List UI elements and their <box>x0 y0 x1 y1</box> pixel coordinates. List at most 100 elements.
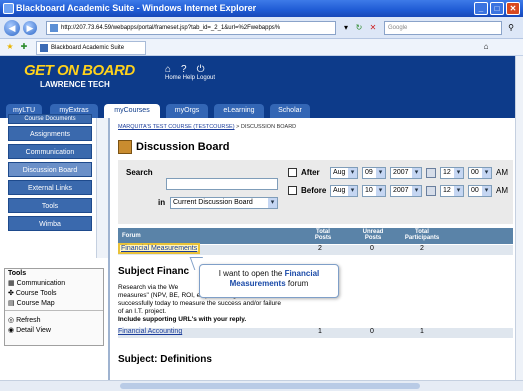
before-hour-select[interactable]: 12 <box>440 185 464 197</box>
before-label: Before <box>301 186 327 195</box>
refresh-tool-icon: ◎ <box>8 317 17 324</box>
stop-icon[interactable]: ✕ <box>367 22 379 34</box>
url-text: http://207.73.64.59/webapps/portal/frame… <box>61 25 281 31</box>
window-title: Blackboard Academic Suite - Windows Inte… <box>16 3 257 13</box>
discussion-board-icon <box>118 140 132 154</box>
header-icons: ⌂ ? ⏻ <box>165 64 215 75</box>
after-label: After <box>301 168 320 177</box>
after-checkbox[interactable] <box>288 168 297 177</box>
tab-mycourses[interactable]: myCourses <box>104 104 160 118</box>
before-minute-select[interactable]: 00 <box>468 185 492 197</box>
header-link-labels: Home Help Logout <box>165 75 216 81</box>
tools-panel: Tools ▦ Communication ✤ Course Tools ▤ C… <box>4 268 104 346</box>
blackboard-header: GET ON BOARD LAWRENCE TECH ⌂ ? ⏻ Home He… <box>0 56 515 102</box>
blackboard-icon <box>40 44 48 52</box>
col-forum: Forum <box>122 233 141 239</box>
forum-financial-accounting-link[interactable]: Financial Accounting <box>118 328 182 335</box>
before-ampm[interactable]: AM <box>496 186 508 195</box>
before-month-select[interactable]: Aug <box>330 185 358 197</box>
url-input[interactable]: http://207.73.64.59/webapps/portal/frame… <box>46 21 336 35</box>
window-title-bar: Blackboard Academic Suite - Windows Inte… <box>0 0 523 17</box>
tab-elearning[interactable]: eLearning <box>214 104 264 118</box>
after-minute-select[interactable]: 00 <box>468 167 492 179</box>
tools-course-map[interactable]: ▤ Course Map <box>5 298 103 308</box>
menu-tools[interactable]: Tools <box>8 198 92 213</box>
dropdown-icon[interactable]: ▾ <box>340 22 352 34</box>
window-controls: _ □ ✕ <box>474 2 520 15</box>
minimize-button[interactable]: _ <box>474 2 488 15</box>
after-hour-select[interactable]: 12 <box>440 167 464 179</box>
menu-wimba[interactable]: Wimba <box>8 216 92 231</box>
detail-view-icon: ◉ <box>8 327 17 334</box>
forum-financial-measurements-link[interactable]: Financial Measurements <box>118 243 201 254</box>
search-text-input[interactable] <box>166 178 278 190</box>
forum2-unread-posts: 0 <box>370 328 374 335</box>
menu-communication[interactable]: Communication <box>8 144 92 159</box>
add-favorite-icon[interactable]: ✚ <box>18 41 30 53</box>
breadcrumb-course-link[interactable]: MARQUITA'S TEST COURSE (TESTCOURSE) <box>118 124 235 130</box>
vertical-scrollbar[interactable] <box>515 56 523 380</box>
instruction-callout: I want to open the Financial Measurement… <box>199 264 339 298</box>
forward-button[interactable]: ▶ <box>23 21 37 35</box>
after-day-select[interactable]: 09 <box>362 167 386 179</box>
after-month-select[interactable]: Aug <box>330 167 358 179</box>
communication-icon: ▦ <box>8 280 17 287</box>
menu-assignments[interactable]: Assignments <box>8 126 92 141</box>
forum1-unread-posts: 0 <box>370 245 374 252</box>
tools-course-tools[interactable]: ✤ Course Tools <box>5 288 103 298</box>
maximize-button[interactable]: □ <box>490 2 504 15</box>
course-map-icon: ▤ <box>8 300 17 307</box>
search-label: Search <box>126 168 153 177</box>
after-ampm[interactable]: AM <box>496 168 508 177</box>
menu-discussion-board[interactable]: Discussion Board <box>8 162 92 177</box>
header-links: ⌂ ? ⏻ Home Help Logout <box>165 64 215 81</box>
help-link-icon[interactable]: ? <box>181 64 187 75</box>
forum-table-header: Forum Total Posts Unread Posts Total Par… <box>118 228 513 244</box>
breadcrumb: MARQUITA'S TEST COURSE (TESTCOURSE) > DI… <box>118 124 297 130</box>
after-year-select[interactable]: 2007 <box>390 167 422 179</box>
menu-external-links[interactable]: External Links <box>8 180 92 195</box>
refresh-icon[interactable]: ↻ <box>353 22 365 34</box>
favorites-bar: ★ ✚ Blackboard Academic Suite ⌂ <box>0 39 523 56</box>
in-label: in <box>158 198 166 207</box>
tab-scholar[interactable]: Scholar <box>270 104 310 118</box>
tab-label: Blackboard Academic Suite <box>51 45 125 51</box>
tab-myorgs[interactable]: myOrgs <box>166 104 208 118</box>
table-row: Financial Measurements 2 0 2 <box>118 243 513 255</box>
page-title: Discussion Board <box>118 140 230 154</box>
home-icon[interactable]: ⌂ <box>480 41 492 53</box>
logo-title: GET ON BOARD <box>24 62 135 79</box>
after-calendar-icon[interactable] <box>426 168 436 178</box>
horizontal-scrollbar[interactable] <box>0 380 523 391</box>
tools-refresh[interactable]: ◎ Refresh <box>5 315 103 325</box>
search-icon[interactable]: ⚲ <box>505 22 517 34</box>
course-menu: Course Documents Assignments Communicati… <box>0 114 110 380</box>
tools-communication[interactable]: ▦ Communication <box>5 278 103 288</box>
horizontal-scroll-thumb[interactable] <box>120 383 420 389</box>
logo-subtitle: LAWRENCE TECH <box>40 80 110 89</box>
scope-select[interactable]: Current Discussion Board <box>170 197 278 209</box>
forum1-participants: 2 <box>420 245 424 252</box>
close-button[interactable]: ✕ <box>506 2 520 15</box>
address-bar-row: ◀ ▶ http://207.73.64.59/webapps/portal/f… <box>0 17 523 39</box>
back-button[interactable]: ◀ <box>4 20 20 36</box>
tools-title: Tools <box>8 270 27 277</box>
before-day-select[interactable]: 10 <box>362 185 386 197</box>
subject-heading-2: Subject: Definitions <box>118 354 212 365</box>
menu-scrollbar[interactable] <box>96 118 108 258</box>
table-row: Financial Accounting 1 0 1 <box>118 328 513 338</box>
menu-course-documents[interactable]: Course Documents <box>8 114 92 124</box>
forum2-participants: 1 <box>420 328 424 335</box>
favorites-star-icon[interactable]: ★ <box>4 41 16 53</box>
search-input[interactable]: Google <box>384 21 502 35</box>
browser-tab[interactable]: Blackboard Academic Suite <box>36 41 146 55</box>
tools-detail-view[interactable]: ◉ Detail View <box>5 325 103 335</box>
before-calendar-icon[interactable] <box>426 186 436 196</box>
before-year-select[interactable]: 2007 <box>390 185 422 197</box>
logout-link-icon[interactable]: ⏻ <box>197 64 205 75</box>
col-total-posts: Total Posts <box>314 229 332 241</box>
col-unread-posts: Unread Posts <box>362 229 384 241</box>
home-link-icon[interactable]: ⌂ <box>165 64 171 75</box>
before-checkbox[interactable] <box>288 186 297 195</box>
search-panel: Search in Current Discussion Board After… <box>118 160 513 224</box>
